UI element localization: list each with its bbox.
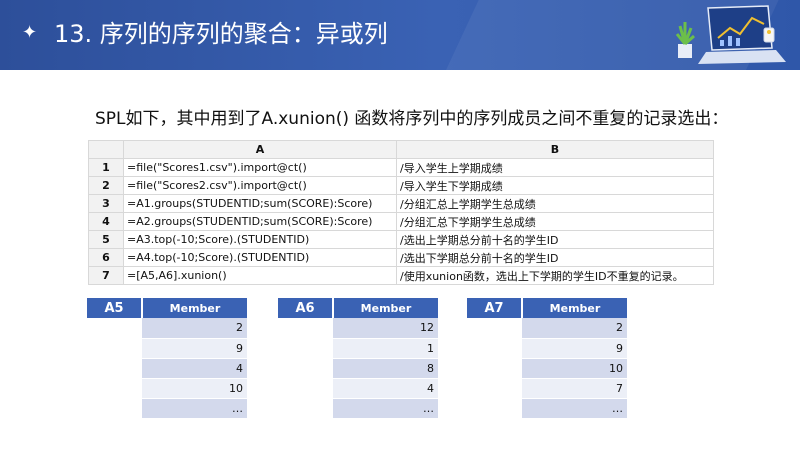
row-number[interactable]: 3 bbox=[88, 194, 124, 213]
result-table-a7: A7 Member 2 9 10 7 … bbox=[467, 298, 627, 419]
column-header-b[interactable]: B bbox=[396, 140, 714, 159]
result-value: … bbox=[522, 398, 627, 419]
row-number[interactable]: 1 bbox=[88, 158, 124, 177]
result-value: 9 bbox=[522, 338, 627, 359]
row-number[interactable]: 2 bbox=[88, 176, 124, 195]
result-label: A7 bbox=[467, 298, 523, 318]
result-value: 2 bbox=[522, 318, 627, 339]
table-header-row: A B bbox=[88, 140, 714, 159]
result-header: Member bbox=[333, 298, 438, 318]
code-cell[interactable]: =file("Scores2.csv").import@ct() bbox=[123, 176, 397, 195]
row-number[interactable]: 6 bbox=[88, 248, 124, 267]
code-cell[interactable]: =file("Scores1.csv").import@ct() bbox=[123, 158, 397, 177]
intro-text: SPL如下，其中用到了A.xunion() 函数将序列中的序列成员之间不重复的记… bbox=[95, 109, 729, 129]
result-value: 1 bbox=[333, 338, 438, 359]
row-number[interactable]: 4 bbox=[88, 212, 124, 231]
row-number[interactable]: 5 bbox=[88, 230, 124, 249]
result-value: 10 bbox=[142, 378, 247, 399]
comment-cell[interactable]: /选出上学期总分前十名的学生ID bbox=[396, 230, 714, 249]
result-header: Member bbox=[142, 298, 247, 318]
result-value: … bbox=[333, 398, 438, 419]
result-value: 4 bbox=[142, 358, 247, 379]
comment-cell[interactable]: /导入学生下学期成绩 bbox=[396, 176, 714, 195]
result-label: A5 bbox=[87, 298, 143, 318]
result-value: 12 bbox=[333, 318, 438, 339]
table-row: 7 =[A5,A6].xunion() /使用xunion函数，选出上下学期的学… bbox=[88, 266, 714, 285]
table-row: 4 =A2.groups(STUDENTID;sum(SCORE):Score)… bbox=[88, 212, 714, 231]
laptop-chart-illustration-icon bbox=[675, 5, 786, 64]
table-row: 6 =A4.top(-10;Score).(STUDENTID) /选出下学期总… bbox=[88, 248, 714, 267]
code-cell[interactable]: =A1.groups(STUDENTID;sum(SCORE):Score) bbox=[123, 194, 397, 213]
column-header-a[interactable]: A bbox=[123, 140, 397, 159]
slide-title: 13. 序列的序列的聚合：异或列 bbox=[54, 20, 388, 48]
table-row: 3 =A1.groups(STUDENTID;sum(SCORE):Score)… bbox=[88, 194, 714, 213]
code-cell[interactable]: =[A5,A6].xunion() bbox=[123, 266, 397, 285]
result-value: 9 bbox=[142, 338, 247, 359]
result-header: Member bbox=[522, 298, 627, 318]
comment-cell[interactable]: /导入学生上学期成绩 bbox=[396, 158, 714, 177]
corner-cell bbox=[88, 140, 124, 159]
comment-cell[interactable]: /使用xunion函数，选出上下学期的学生ID不重复的记录。 bbox=[396, 266, 714, 285]
table-row: 5 =A3.top(-10;Score).(STUDENTID) /选出上学期总… bbox=[88, 230, 714, 249]
result-value: 4 bbox=[333, 378, 438, 399]
result-value: 2 bbox=[142, 318, 247, 339]
spl-code-table: A B 1 =file("Scores1.csv").import@ct() /… bbox=[88, 140, 714, 285]
code-cell[interactable]: =A4.top(-10;Score).(STUDENTID) bbox=[123, 248, 397, 267]
result-value: 8 bbox=[333, 358, 438, 379]
result-table-a6: A6 Member 12 1 8 4 … bbox=[278, 298, 438, 419]
table-row: 1 =file("Scores1.csv").import@ct() /导入学生… bbox=[88, 158, 714, 177]
code-cell[interactable]: =A2.groups(STUDENTID;sum(SCORE):Score) bbox=[123, 212, 397, 231]
star-icon: ✦ bbox=[22, 22, 38, 43]
code-cell[interactable]: =A3.top(-10;Score).(STUDENTID) bbox=[123, 230, 397, 249]
comment-cell[interactable]: /分组汇总上学期学生总成绩 bbox=[396, 194, 714, 213]
result-value: 10 bbox=[522, 358, 627, 379]
result-value: … bbox=[142, 398, 247, 419]
slide-header: ✦ 13. 序列的序列的聚合：异或列 bbox=[0, 0, 800, 70]
comment-cell[interactable]: /选出下学期总分前十名的学生ID bbox=[396, 248, 714, 267]
result-label: A6 bbox=[278, 298, 334, 318]
result-table-a5: A5 Member 2 9 4 10 … bbox=[87, 298, 247, 419]
result-value: 7 bbox=[522, 378, 627, 399]
table-row: 2 =file("Scores2.csv").import@ct() /导入学生… bbox=[88, 176, 714, 195]
row-number[interactable]: 7 bbox=[88, 266, 124, 285]
comment-cell[interactable]: /分组汇总下学期学生总成绩 bbox=[396, 212, 714, 231]
